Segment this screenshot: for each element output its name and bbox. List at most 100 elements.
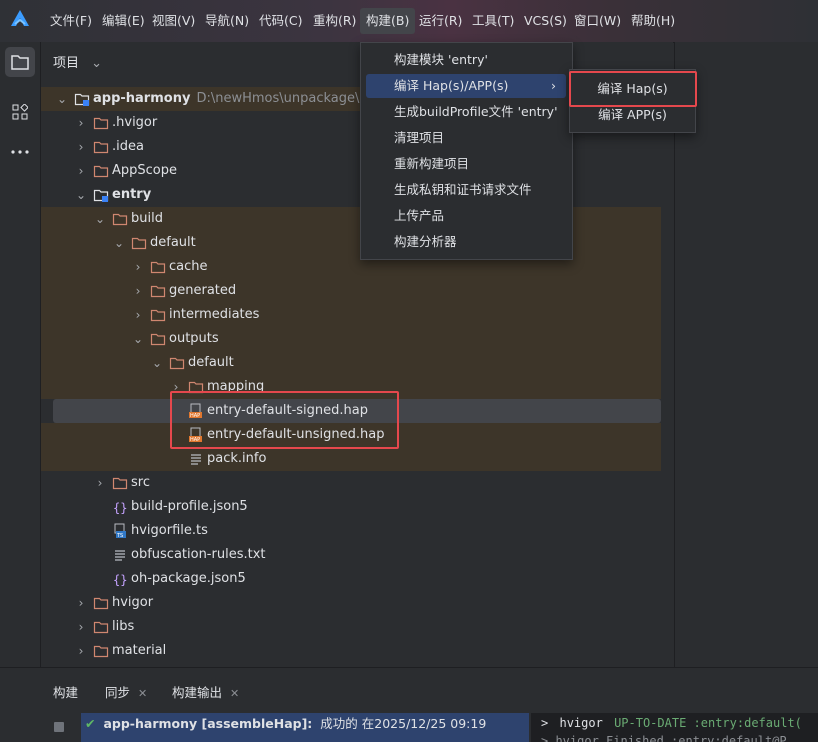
- build-menu-item-label: 生成buildProfile文件 'entry': [394, 104, 558, 119]
- menu-11[interactable]: 帮助(H): [625, 8, 681, 34]
- build-menu-item[interactable]: 上传产品: [366, 204, 566, 228]
- tab-sync[interactable]: 同步 ✕: [105, 682, 147, 701]
- menu-1[interactable]: 编辑(E): [96, 8, 151, 34]
- build-menu-item-label: 构建分析器: [394, 234, 457, 249]
- build-status-text: 成功的 在2025/12/25 09:19: [320, 716, 487, 731]
- chevron-right-icon[interactable]: ›: [131, 303, 145, 327]
- menu-10[interactable]: 窗口(W): [568, 8, 627, 34]
- chevron-down-icon[interactable]: ⌄: [131, 327, 145, 351]
- stop-icon[interactable]: [54, 722, 64, 732]
- chevron-right-icon[interactable]: ›: [74, 591, 88, 615]
- menu-4[interactable]: 代码(C): [253, 8, 308, 34]
- tree-item[interactable]: › libs: [41, 615, 661, 639]
- build-console[interactable]: > hvigor UP-TO-DATE :entry:default( > hv…: [531, 713, 818, 742]
- chevron-down-icon[interactable]: ⌄: [74, 183, 88, 207]
- menu-0[interactable]: 文件(F): [44, 8, 98, 34]
- tree-item[interactable]: › generated: [41, 279, 661, 303]
- tree-item-label: .hvigor: [112, 115, 158, 130]
- folder-icon[interactable]: [5, 47, 35, 77]
- build-result-row[interactable]: ✔ app-harmony [assembleHap]: 成功的 在2025/1…: [81, 713, 529, 742]
- folder-icon: [131, 237, 147, 250]
- folder-icon: [93, 645, 109, 658]
- chevron-down-icon[interactable]: ⌄: [150, 351, 164, 375]
- build-menu-item-label: 编译 Hap(s)/APP(s): [394, 78, 509, 93]
- build-menu-item[interactable]: 构建模块 'entry': [366, 48, 566, 72]
- project-panel-header[interactable]: 项目 ⌄: [53, 52, 102, 71]
- tree-item-label: AppScope: [112, 163, 177, 178]
- folder-icon: [169, 357, 185, 370]
- tree-item-label: intermediates: [169, 307, 260, 322]
- project-tool-window: 项目 ⌄ ⌄ app-harmony D:\newHmos\unpackage\di…: [41, 42, 673, 667]
- tree-item-label: entry: [112, 187, 152, 202]
- build-menu-item[interactable]: 清理项目: [366, 126, 566, 150]
- menu-9[interactable]: VCS(S): [518, 8, 573, 34]
- check-icon: ✔: [85, 716, 96, 731]
- json-file-icon: {}: [113, 501, 127, 515]
- folder-icon: [93, 117, 109, 130]
- chevron-down-icon[interactable]: ⌄: [93, 207, 107, 231]
- tab-build[interactable]: 构建: [53, 682, 78, 701]
- tree-item[interactable]: {} oh-package.json5: [41, 567, 661, 591]
- menu-bar: 文件(F) 编辑(E) 视图(V) 导航(N) 代码(C) 重构(R) 构建(B) 运行(R)…: [0, 0, 818, 43]
- chevron-right-icon[interactable]: ›: [74, 135, 88, 159]
- menu-5[interactable]: 重构(R): [307, 8, 362, 34]
- build-tool-window: 构建 同步 ✕ 构建输出 ✕ ✔ app-harmony [assembleHap]…: [0, 667, 818, 742]
- tree-item[interactable]: › intermediates: [41, 303, 661, 327]
- chevron-right-icon[interactable]: ›: [74, 639, 88, 663]
- build-menu-item[interactable]: 编译 Hap(s)/APP(s) ›: [366, 74, 566, 98]
- menu-8[interactable]: 工具(T): [466, 8, 520, 34]
- close-icon[interactable]: ✕: [138, 687, 147, 700]
- menu-7[interactable]: 运行(R): [413, 8, 468, 34]
- tree-item-label: obfuscation-rules.txt: [131, 547, 266, 562]
- tree-item[interactable]: pack.info: [41, 447, 661, 471]
- tree-item-label: cache: [169, 259, 208, 274]
- build-menu-item[interactable]: 构建分析器: [366, 230, 566, 254]
- chevron-right-icon[interactable]: ›: [131, 279, 145, 303]
- tree-item[interactable]: ⌄ default: [41, 351, 661, 375]
- tree-item-label: hvigor: [112, 595, 154, 610]
- menu-3[interactable]: 导航(N): [199, 8, 255, 34]
- menu-6[interactable]: 构建(B): [360, 8, 416, 34]
- tree-item-label: default: [150, 235, 196, 250]
- chevron-down-icon[interactable]: ⌄: [112, 231, 126, 255]
- svg-text:{}: {}: [113, 573, 127, 587]
- build-gutter: [40, 712, 80, 742]
- tab-build-output[interactable]: 构建输出 ✕: [172, 682, 239, 701]
- tool-window-strip: [0, 42, 41, 741]
- build-menu-item-label: 重新构建项目: [394, 156, 470, 171]
- tree-item-label: app-harmony: [93, 91, 191, 106]
- folder-icon: [150, 285, 166, 298]
- tree-item[interactable]: {} build-profile.json5: [41, 495, 661, 519]
- tree-item[interactable]: › src: [41, 471, 661, 495]
- chevron-right-icon[interactable]: ›: [74, 615, 88, 639]
- json-file-icon: {}: [113, 573, 127, 587]
- chevron-right-icon[interactable]: ›: [74, 111, 88, 135]
- app-logo-icon[interactable]: [9, 8, 31, 30]
- tree-item-label: build: [131, 211, 163, 226]
- module-folder-icon: [93, 189, 109, 202]
- folder-icon: [93, 597, 109, 610]
- tree-item[interactable]: › hvigor: [41, 591, 661, 615]
- chevron-right-icon[interactable]: ›: [131, 255, 145, 279]
- build-menu-item[interactable]: 生成buildProfile文件 'entry': [366, 100, 566, 124]
- structure-icon[interactable]: [5, 97, 35, 127]
- hap-files-highlight: [170, 391, 399, 449]
- chevron-down-icon[interactable]: ⌄: [55, 87, 69, 111]
- chevron-right-icon: ›: [551, 78, 556, 93]
- folder-icon: [150, 309, 166, 322]
- tree-item[interactable]: TS hvigorfile.ts: [41, 519, 661, 543]
- tree-item-label: material: [112, 643, 167, 658]
- build-menu-item[interactable]: 重新构建项目: [366, 152, 566, 176]
- tree-item[interactable]: ⌄ outputs: [41, 327, 661, 351]
- build-menu-item-label: 构建模块 'entry': [394, 52, 488, 67]
- tree-item[interactable]: obfuscation-rules.txt: [41, 543, 661, 567]
- chevron-down-icon: ⌄: [91, 56, 103, 71]
- more-icon[interactable]: [5, 137, 35, 167]
- tree-item[interactable]: › material: [41, 639, 661, 663]
- folder-icon: [93, 165, 109, 178]
- build-menu-item[interactable]: 生成私钥和证书请求文件: [366, 178, 566, 202]
- close-icon[interactable]: ✕: [230, 687, 239, 700]
- chevron-right-icon[interactable]: ›: [93, 471, 107, 495]
- chevron-right-icon[interactable]: ›: [74, 159, 88, 183]
- menu-2[interactable]: 视图(V): [146, 8, 201, 34]
